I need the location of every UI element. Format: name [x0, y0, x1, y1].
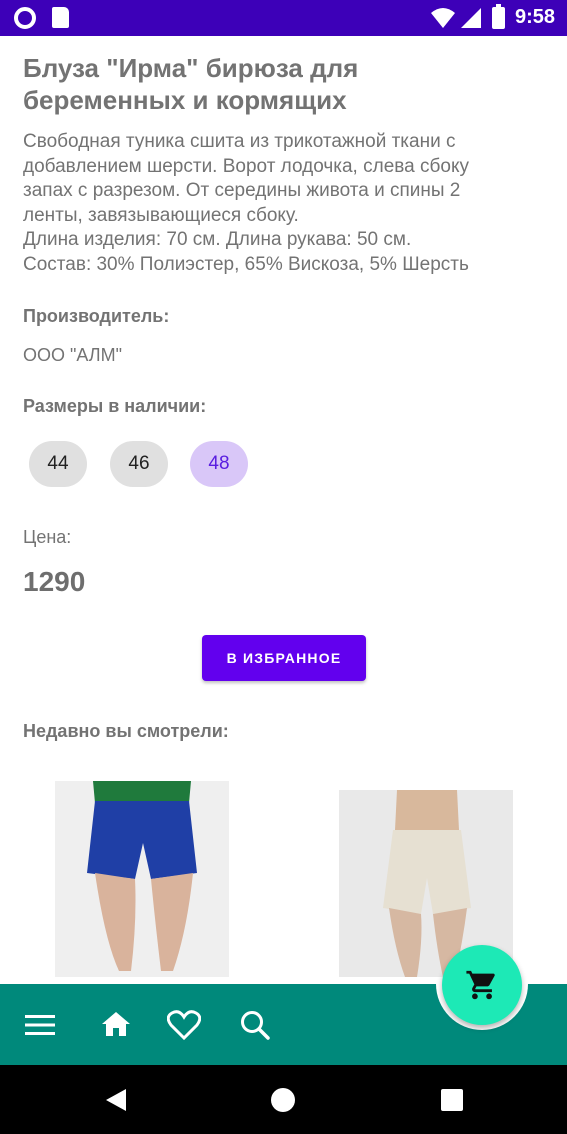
- description-line: запах с разрезом. От середины живота и с…: [23, 180, 461, 201]
- size-chip-44[interactable]: 44: [29, 441, 87, 487]
- description-line: Свободная туника сшита из трикотажной тк…: [23, 131, 456, 152]
- heart-icon[interactable]: [167, 1010, 201, 1040]
- recent-product-image-1[interactable]: [55, 781, 229, 977]
- home-icon[interactable]: [101, 1011, 131, 1037]
- cart-icon: [466, 970, 495, 1000]
- title-line: беременных и кормящих: [23, 85, 347, 115]
- size-chip-46[interactable]: 46: [110, 441, 168, 487]
- manufacturer-value: ООО "АЛМ": [23, 345, 122, 365]
- status-bar: 9:58: [0, 0, 567, 36]
- search-icon[interactable]: [240, 1010, 270, 1040]
- signal-icon: [461, 8, 481, 28]
- description-line: ленты, завязывающиеся сбоку.: [23, 204, 299, 226]
- recently-viewed-label: Недавно вы смотрели:: [23, 721, 229, 741]
- description-line: Длина изделия: 70 см. Длина рукава: 50 с…: [23, 229, 412, 250]
- description-line: добавлением шерсти. Ворот лодочка, слева…: [23, 155, 469, 177]
- clock: 9:58: [515, 6, 556, 28]
- cart-fab-button[interactable]: [442, 945, 522, 1025]
- price-value: 1290: [23, 566, 86, 597]
- battery-icon: [492, 4, 505, 29]
- title-line: Блуза "Ирма" бирюза для: [23, 53, 359, 83]
- blue-shorts-image: [55, 781, 229, 977]
- add-to-favorites-button[interactable]: В ИЗБРАННОЕ: [202, 635, 366, 681]
- product-description: Свободная туника сшита из трикотажной тк…: [23, 130, 553, 277]
- size-chip-48[interactable]: 48: [190, 441, 248, 487]
- recent-apps-icon[interactable]: [441, 1089, 463, 1111]
- product-title: Блуза "Ирма" бирюза для беременных и кор…: [23, 52, 543, 116]
- notification-circle-icon: [14, 7, 36, 29]
- back-icon[interactable]: [105, 1088, 127, 1112]
- description-line: Состав: 30% Полиэстер, 65% Вискоза, 5% Ш…: [23, 253, 469, 275]
- sd-card-icon: [52, 7, 69, 28]
- wifi-icon: [431, 8, 455, 28]
- price-label: Цена:: [23, 527, 72, 547]
- menu-icon[interactable]: [25, 1013, 55, 1037]
- manufacturer-label: Производитель:: [23, 306, 170, 326]
- home-circle-icon[interactable]: [271, 1088, 295, 1112]
- sizes-label: Размеры в наличии:: [23, 396, 207, 416]
